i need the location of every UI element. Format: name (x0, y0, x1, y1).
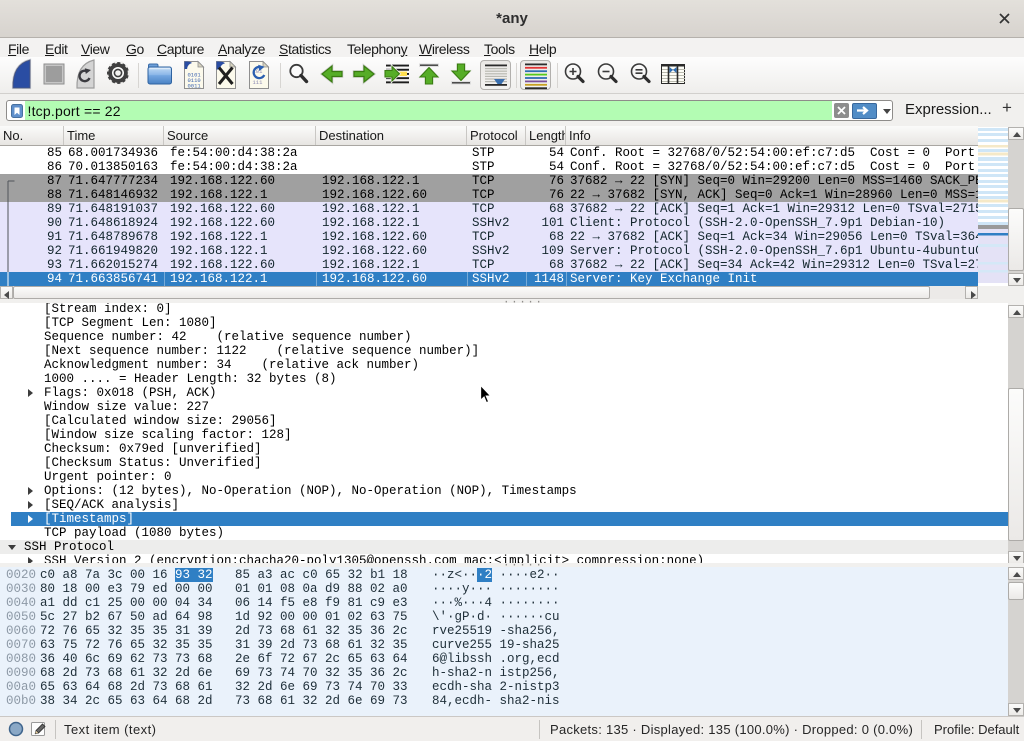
svg-text:0011: 0011 (188, 83, 202, 90)
svg-text:111: 111 (253, 79, 264, 86)
